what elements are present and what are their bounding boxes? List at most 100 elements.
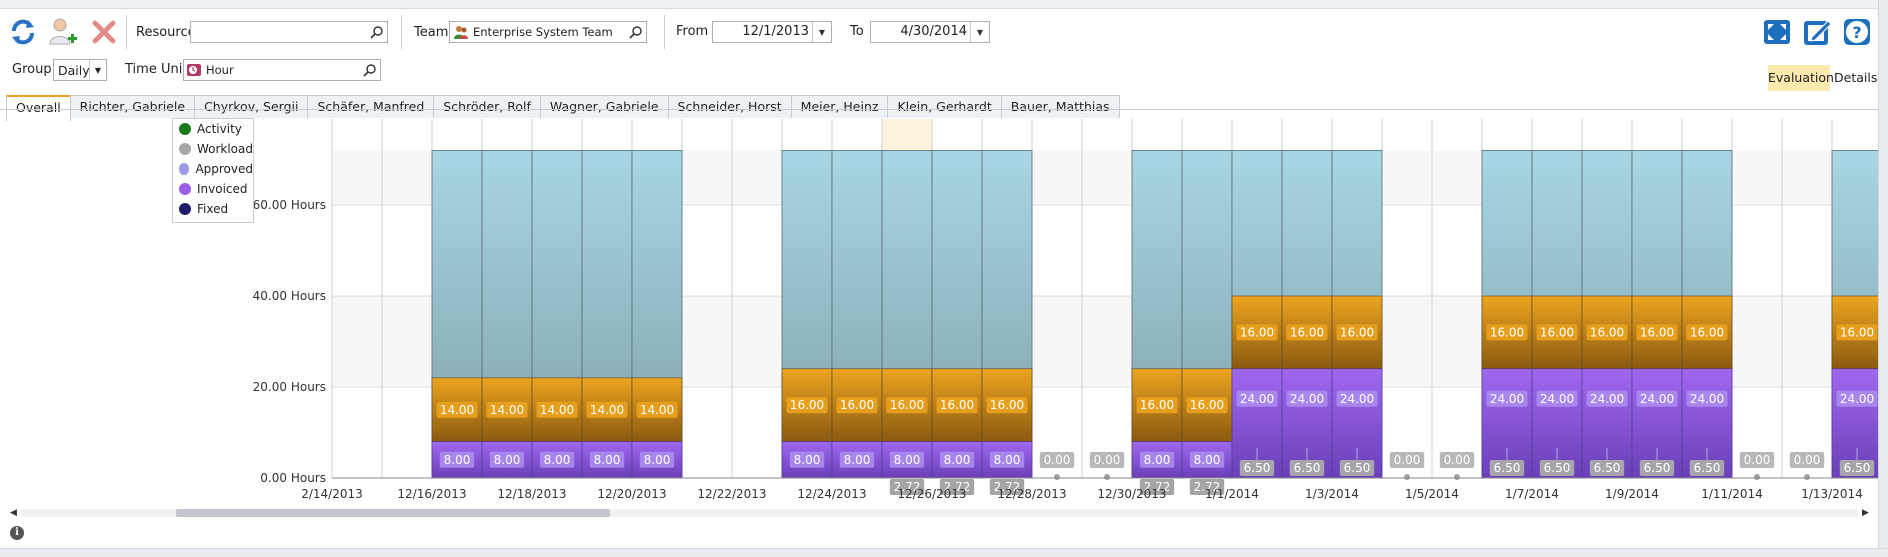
invoiced-value-label: 8.00 [794,453,821,467]
workload-value-label: 14.00 [490,403,524,417]
search-icon [363,64,376,77]
workload-value-label: 16.00 [1290,325,1324,339]
invoiced-value-label: 8.00 [494,453,521,467]
legend-label: Activity [197,122,242,136]
edit-button[interactable] [1800,15,1834,49]
time-unit-search-button[interactable] [360,60,380,80]
fullscreen-button[interactable] [1760,15,1794,49]
group-select[interactable]: Daily ▼ [53,59,107,81]
time-unit-icon [186,62,202,78]
resource-field[interactable] [190,21,388,43]
from-date-dropdown[interactable]: ▼ [812,22,831,42]
fullscreen-icon [1764,20,1790,44]
invoiced-value-label: 24.00 [1690,392,1724,406]
from-label: From [676,24,709,39]
team-search-button[interactable] [626,22,646,42]
x-tick-label: 12/28/2013 [997,487,1066,501]
team-label: Team [414,25,449,40]
search-icon [370,26,383,39]
hours-chart: 0.00 Hours 20.00 Hours 40.00 Hours 60.00 Ho… [253,119,1878,501]
zero-value-label: 0.00 [1094,453,1121,467]
details-button[interactable]: Details [1834,65,1877,91]
scrollbar-thumb[interactable] [176,509,610,517]
legend-item-workload: Workload [173,139,253,159]
group-label: Group [12,62,52,77]
x-tick-label: 12/22/2013 [697,487,766,501]
zero-value-label: 0.00 [1444,453,1471,467]
legend-item-fixed: Fixed [173,199,253,219]
help-icon: ? [1844,19,1870,45]
workload-value-label: 16.00 [940,398,974,412]
zero-point [1404,474,1410,480]
workload-value-label: 16.00 [790,398,824,412]
workload-value-label: 16.00 [890,398,924,412]
invoiced-value-label: 8.00 [844,453,871,467]
legend-dot [179,123,191,135]
info-icon[interactable]: i [10,526,24,540]
to-date-field[interactable]: 4/30/2014 ▼ [870,21,990,43]
workload-value-label: 16.00 [1190,398,1224,412]
y-tick-label: 60.00 Hours [253,198,326,212]
time-unit-value: Hour [206,63,234,77]
chevron-down-icon: ▼ [89,60,106,80]
toolbar: Resource Team Enterprise System Team Fro… [0,9,1888,121]
workload-value-label: 16.00 [1240,325,1274,339]
search-icon [629,26,642,39]
refresh-button[interactable] [6,15,40,49]
evaluation-button[interactable]: Evaluation [1768,65,1834,91]
team-field[interactable]: Enterprise System Team [449,21,647,43]
workload-value-label: 14.00 [440,403,474,417]
delete-icon [92,20,116,44]
tab-underline [0,109,1878,110]
scroll-right-icon[interactable]: ▶ [1862,508,1869,518]
zero-point [1054,474,1060,480]
svg-text:?: ? [1852,23,1861,42]
workload-value-label: 14.00 [540,403,574,417]
zero-point [1804,474,1810,480]
x-tick-label: 12/26/2013 [897,487,966,501]
toolbar-separator [664,15,665,49]
legend-item-activity: Activity [173,119,253,139]
zero-point [1104,474,1110,480]
invoiced-value-label: 24.00 [1290,392,1324,406]
workload-value-label: 16.00 [840,398,874,412]
bottom-value-label: 6.50 [1594,461,1621,475]
invoiced-value-label: 8.00 [944,453,971,467]
bottom-value-label: 6.50 [1544,461,1571,475]
x-tick-label: 12/18/2013 [497,487,566,501]
edit-icon [1804,20,1832,45]
invoiced-value-label: 8.00 [994,453,1021,467]
y-tick-label: 40.00 Hours [253,289,326,303]
bottom-value-label: 6.50 [1644,461,1671,475]
scroll-left-icon[interactable]: ◀ [10,508,17,518]
refresh-icon [12,19,34,45]
workload-value-label: 16.00 [1690,325,1724,339]
legend-dot [179,203,191,215]
invoiced-value-label: 24.00 [1340,392,1374,406]
invoiced-value-label: 24.00 [1540,392,1574,406]
delete-button[interactable] [87,15,121,49]
resource-search-button[interactable] [367,22,387,42]
x-tick-label: 12/20/2013 [597,487,666,501]
invoiced-value-label: 24.00 [1590,392,1624,406]
bottom-value-label: 6.50 [1844,461,1871,475]
y-tick-label: 0.00 Hours [260,471,326,485]
legend-label: Fixed [197,202,229,216]
from-date-field[interactable]: 12/1/2013 ▼ [712,21,832,43]
legend-label: Approved [195,162,253,176]
legend-item-approved: Approved [173,159,253,179]
to-date-dropdown[interactable]: ▼ [970,22,989,42]
zero-point [1454,474,1460,480]
team-icon [453,24,469,40]
help-button[interactable]: ? [1840,15,1874,49]
x-tick-label: 1/3/2014 [1305,487,1359,501]
x-tick-label: 1/9/2014 [1605,487,1659,501]
add-user-button[interactable] [46,15,80,49]
x-tick-label: 12/30/2013 [1097,487,1166,501]
time-unit-label: Time Unit [125,62,188,77]
x-tick-label: 1/13/2014 [1801,487,1863,501]
x-tick-label: 1/7/2014 [1505,487,1559,501]
time-unit-field[interactable]: Hour [183,59,381,81]
zero-value-label: 0.00 [1794,453,1821,467]
y-tick-label: 20.00 Hours [253,380,326,394]
